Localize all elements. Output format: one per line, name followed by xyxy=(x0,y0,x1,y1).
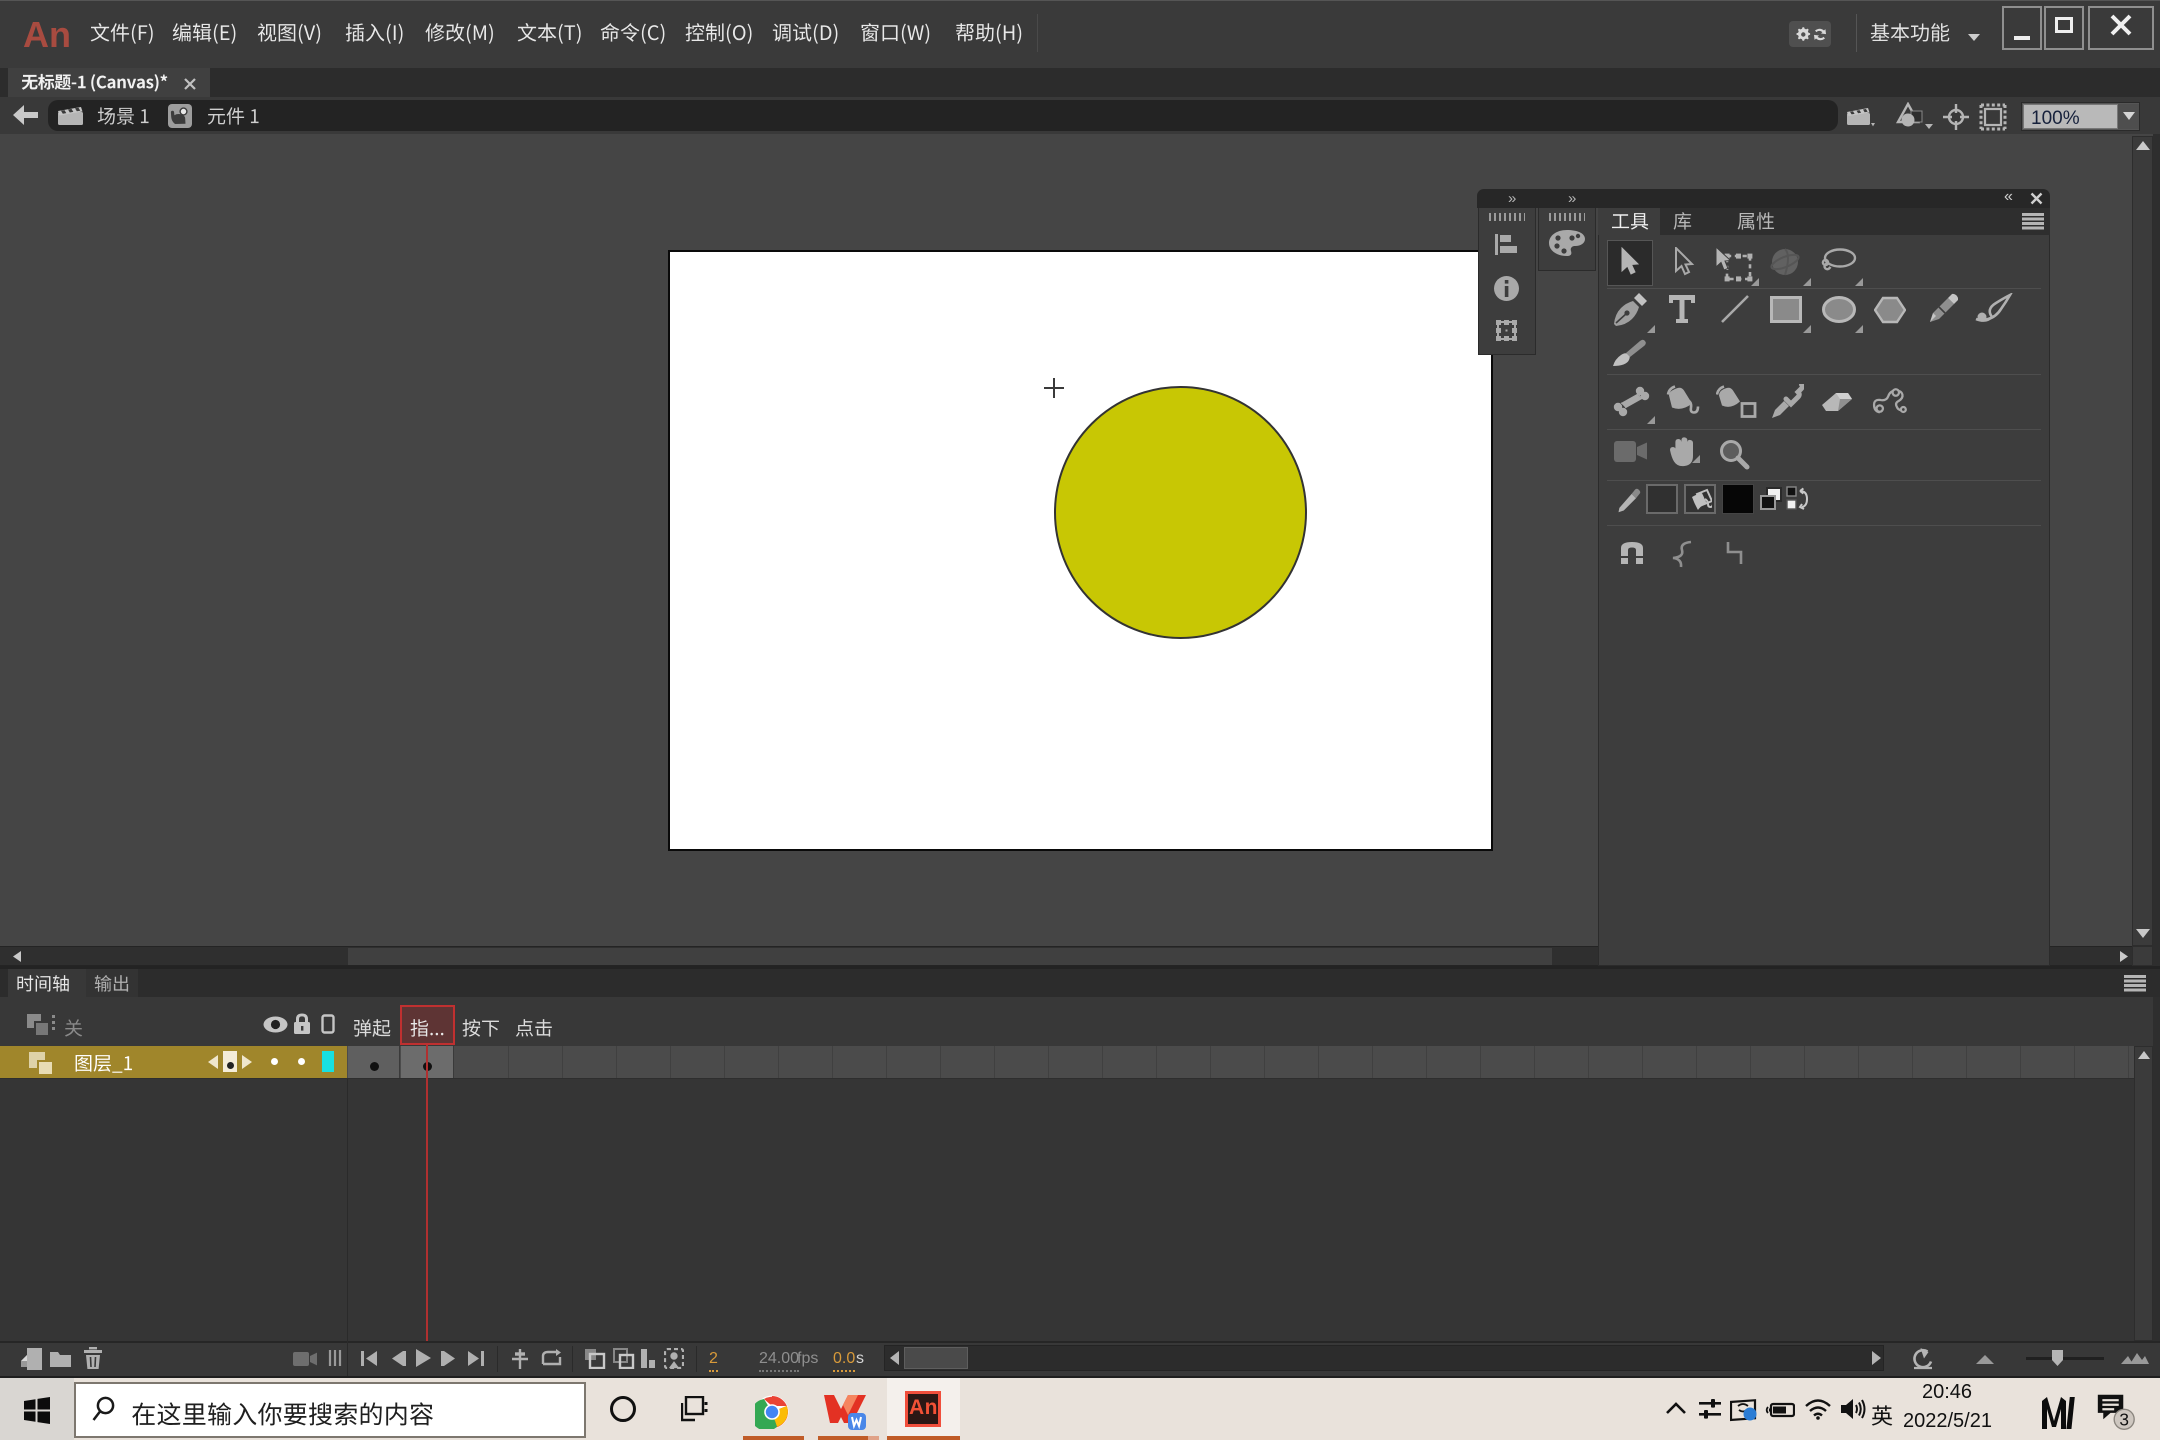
svg-text:3: 3 xyxy=(2119,1410,2129,1430)
